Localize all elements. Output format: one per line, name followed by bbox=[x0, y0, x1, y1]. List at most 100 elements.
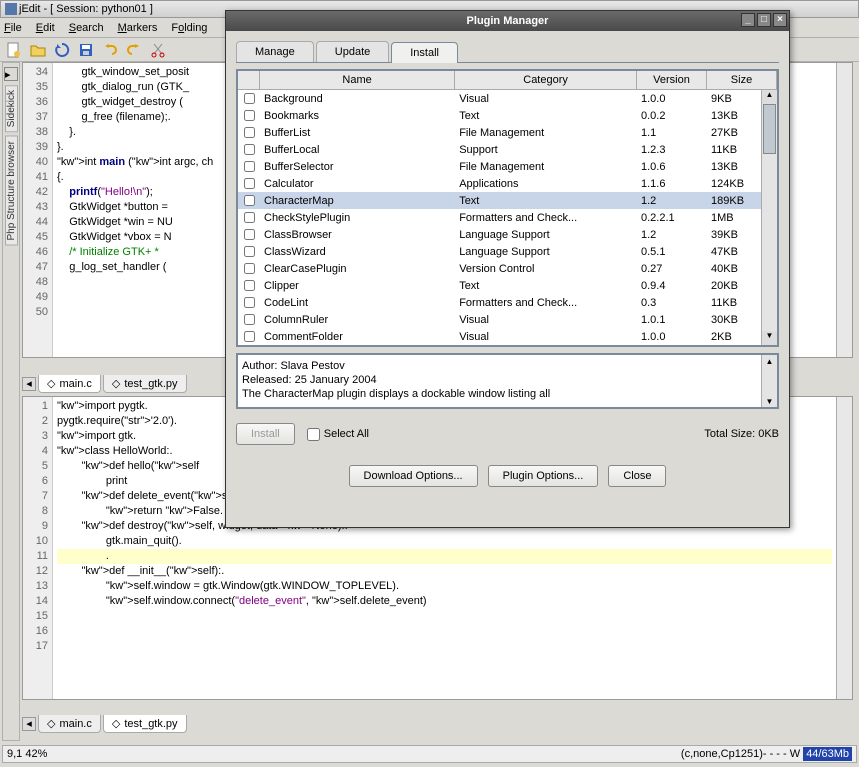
row-version: 1.1 bbox=[637, 126, 707, 140]
tab-test-gtk[interactable]: ◇ test_gtk.py bbox=[103, 715, 187, 733]
scroll-down-icon[interactable]: ▼ bbox=[762, 331, 777, 345]
menu-folding[interactable]: Folding bbox=[171, 22, 207, 34]
col-name[interactable]: Name bbox=[260, 71, 455, 89]
scrollbar[interactable] bbox=[836, 397, 852, 699]
row-checkbox[interactable] bbox=[244, 246, 255, 257]
sidebar-tab-php[interactable]: Php Structure browser bbox=[5, 136, 18, 246]
install-button[interactable]: Install bbox=[236, 423, 295, 445]
col-version[interactable]: Version bbox=[637, 71, 707, 89]
row-checkbox[interactable] bbox=[244, 144, 255, 155]
menu-file[interactable]: File bbox=[4, 22, 22, 34]
tab-main-c[interactable]: ◇ main.c bbox=[38, 715, 101, 733]
row-checkbox[interactable] bbox=[244, 127, 255, 138]
table-row[interactable]: ColumnRulerVisual1.0.130KB bbox=[238, 311, 777, 328]
tab-test-gtk[interactable]: ◇ test_gtk.py bbox=[103, 375, 187, 393]
table-row[interactable]: ClassBrowserLanguage Support1.239KB bbox=[238, 226, 777, 243]
table-row[interactable]: BufferSelectorFile Management1.0.613KB bbox=[238, 158, 777, 175]
row-checkbox[interactable] bbox=[244, 331, 255, 342]
close-icon[interactable]: × bbox=[773, 13, 787, 27]
row-checkbox[interactable] bbox=[244, 93, 255, 104]
row-checkbox[interactable] bbox=[244, 161, 255, 172]
row-checkbox[interactable] bbox=[244, 263, 255, 274]
row-checkbox[interactable] bbox=[244, 195, 255, 206]
line-gutter: 1234567891011121314151617 bbox=[23, 397, 53, 699]
row-name: CheckStylePlugin bbox=[260, 211, 455, 225]
row-category: Version Control bbox=[455, 262, 637, 276]
row-checkbox[interactable] bbox=[244, 178, 255, 189]
row-version: 1.0.6 bbox=[637, 160, 707, 174]
dialog-tabs: Manage Update Install bbox=[236, 41, 779, 63]
table-row[interactable]: BufferListFile Management1.127KB bbox=[238, 124, 777, 141]
close-button[interactable]: Close bbox=[608, 465, 666, 487]
sidebar-tab-sidekick[interactable]: Sidekick bbox=[5, 85, 18, 132]
minimize-icon[interactable]: _ bbox=[741, 13, 755, 27]
dialog-titlebar[interactable]: Plugin Manager _ □ × bbox=[226, 11, 789, 31]
desc-scrollbar[interactable]: ▲ ▼ bbox=[761, 355, 777, 407]
row-name: BufferSelector bbox=[260, 160, 455, 174]
reload-icon[interactable] bbox=[52, 40, 72, 60]
col-size[interactable]: Size bbox=[707, 71, 777, 89]
new-file-icon[interactable] bbox=[4, 40, 24, 60]
redo-icon[interactable] bbox=[124, 40, 144, 60]
row-checkbox[interactable] bbox=[244, 229, 255, 240]
row-category: Visual bbox=[455, 330, 637, 344]
scroll-up-icon[interactable]: ▲ bbox=[762, 90, 777, 104]
sidebar-toggle-icon[interactable]: ▸ bbox=[4, 67, 18, 81]
tab-main-c[interactable]: ◇ main.c bbox=[38, 375, 101, 393]
row-version: 0.2.2.1 bbox=[637, 211, 707, 225]
row-category: File Management bbox=[455, 126, 637, 140]
table-row[interactable]: CodeLintFormatters and Check...0.311KB bbox=[238, 294, 777, 311]
col-category[interactable]: Category bbox=[455, 71, 637, 89]
row-checkbox[interactable] bbox=[244, 212, 255, 223]
plugin-options-button[interactable]: Plugin Options... bbox=[488, 465, 599, 487]
table-row[interactable]: ClearCasePluginVersion Control0.2740KB bbox=[238, 260, 777, 277]
row-category: Visual bbox=[455, 313, 637, 327]
total-size-label: Total Size: 0KB bbox=[704, 428, 779, 440]
file-tabs-1: ◂ ◇ main.c ◇ test_gtk.py bbox=[22, 374, 187, 394]
row-checkbox[interactable] bbox=[244, 314, 255, 325]
row-version: 1.0.0 bbox=[637, 92, 707, 106]
row-checkbox[interactable] bbox=[244, 110, 255, 121]
row-name: Clipper bbox=[260, 279, 455, 293]
table-row[interactable]: ClipperText0.9.420KB bbox=[238, 277, 777, 294]
table-scrollbar[interactable]: ▲ ▼ bbox=[761, 90, 777, 345]
tab-install[interactable]: Install bbox=[391, 42, 458, 63]
col-check[interactable] bbox=[238, 71, 260, 89]
table-row[interactable]: BufferLocalSupport1.2.311KB bbox=[238, 141, 777, 158]
table-row[interactable]: CommentFolderVisual1.0.02KB bbox=[238, 328, 777, 345]
tab-prev-icon[interactable]: ◂ bbox=[22, 377, 36, 391]
undo-icon[interactable] bbox=[100, 40, 120, 60]
menu-edit[interactable]: Edit bbox=[36, 22, 55, 34]
table-row[interactable]: BackgroundVisual1.0.09KB bbox=[238, 90, 777, 107]
menu-markers[interactable]: Markers bbox=[118, 22, 158, 34]
row-name: Bookmarks bbox=[260, 109, 455, 123]
plugin-manager-dialog: Plugin Manager _ □ × Manage Update Insta… bbox=[225, 10, 790, 528]
cut-icon[interactable] bbox=[148, 40, 168, 60]
row-category: Text bbox=[455, 194, 637, 208]
download-options-button[interactable]: Download Options... bbox=[349, 465, 478, 487]
maximize-icon[interactable]: □ bbox=[757, 13, 771, 27]
table-row[interactable]: BookmarksText0.0.213KB bbox=[238, 107, 777, 124]
row-name: BufferList bbox=[260, 126, 455, 140]
statusbar: 9,1 42% (c,none,Cp1251)- - - - W 44/63Mb bbox=[2, 745, 857, 763]
scrollbar[interactable] bbox=[836, 63, 852, 357]
scroll-thumb[interactable] bbox=[763, 104, 776, 154]
menu-search[interactable]: Search bbox=[69, 22, 104, 34]
tab-prev-icon[interactable]: ◂ bbox=[22, 717, 36, 731]
status-memory: 44/63Mb bbox=[803, 747, 852, 761]
row-checkbox[interactable] bbox=[244, 280, 255, 291]
row-checkbox[interactable] bbox=[244, 297, 255, 308]
table-row[interactable]: CharacterMapText1.2189KB bbox=[238, 192, 777, 209]
table-row[interactable]: CalculatorApplications1.1.6124KB bbox=[238, 175, 777, 192]
open-file-icon[interactable] bbox=[28, 40, 48, 60]
table-row[interactable]: ClassWizardLanguage Support0.5.147KB bbox=[238, 243, 777, 260]
tab-manage[interactable]: Manage bbox=[236, 41, 314, 62]
table-row[interactable]: CheckStylePluginFormatters and Check...0… bbox=[238, 209, 777, 226]
main-title: jEdit - [ Session: python01 ] bbox=[19, 3, 153, 15]
status-position: 9,1 42% bbox=[7, 748, 47, 760]
row-name: ClearCasePlugin bbox=[260, 262, 455, 276]
select-all-input[interactable] bbox=[307, 428, 320, 441]
select-all-checkbox[interactable]: Select All bbox=[307, 428, 369, 441]
tab-update[interactable]: Update bbox=[316, 41, 389, 62]
save-icon[interactable] bbox=[76, 40, 96, 60]
